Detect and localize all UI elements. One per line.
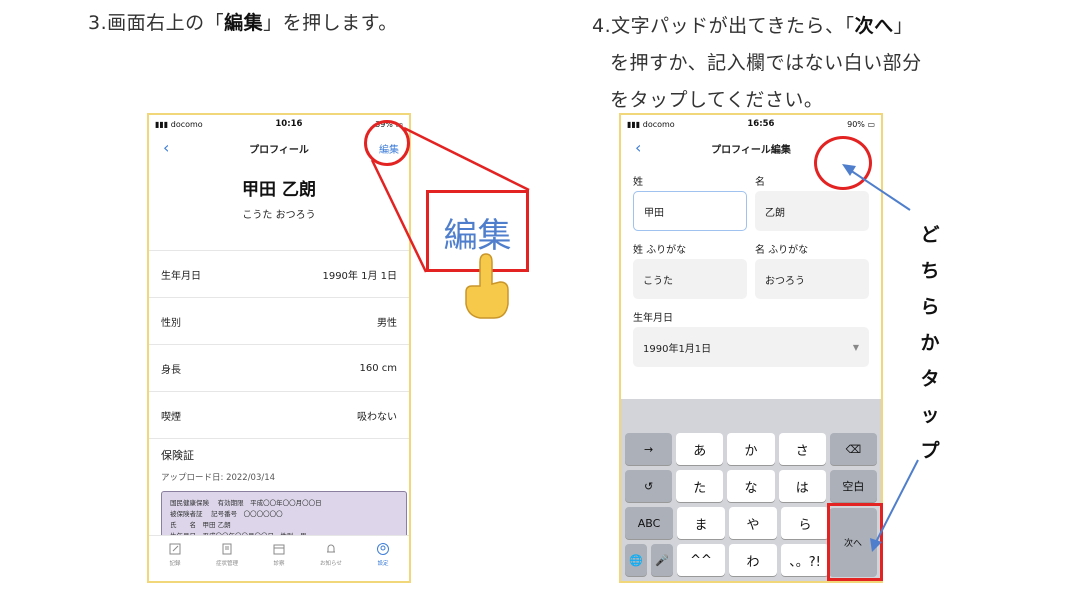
profile-screen: ▮▮▮ docomo 10:16 39% ▭ ‹ プロフィール 編集 甲田 乙朗… bbox=[147, 113, 411, 583]
card-line: 国民健康保険 有効期限 平成〇〇年〇〇月〇〇日 bbox=[170, 499, 322, 507]
key-a[interactable]: あ bbox=[676, 433, 724, 465]
clock: 16:56 bbox=[747, 119, 775, 129]
step4-suffix: 」 bbox=[893, 15, 914, 37]
edit-highlight-circle bbox=[364, 120, 410, 166]
profile-form: 姓 甲田 名 乙朗 姓 ふりがな こうた 名 ふりがな おつろう 生年月日 19… bbox=[621, 163, 881, 367]
battery-indicator: 90% ▭ bbox=[847, 119, 875, 129]
row-value: 吸わない bbox=[357, 411, 397, 423]
page-title: プロフィール編集 bbox=[711, 144, 791, 156]
key-punctuation[interactable]: 、。?! bbox=[781, 544, 829, 576]
blank-area-highlight-circle bbox=[814, 136, 872, 190]
row-value: 男性 bbox=[377, 317, 397, 329]
zoom-edit-label: 編集 bbox=[443, 216, 512, 256]
step4-bold: 次へ bbox=[854, 15, 894, 37]
carrier-label: ▮▮▮ docomo bbox=[155, 119, 203, 129]
carrier-label: ▮▮▮ docomo bbox=[627, 119, 675, 129]
chevron-down-icon: ▼ bbox=[852, 342, 859, 352]
key-abc[interactable]: ABC bbox=[625, 507, 673, 539]
row-label: 生年月日 bbox=[161, 270, 201, 282]
info-row-gender: 性別 男性 bbox=[149, 298, 409, 345]
birthdate-label: 生年月日 bbox=[633, 313, 673, 324]
clock: 10:16 bbox=[275, 119, 303, 129]
profile-name: 甲田 乙朗 bbox=[242, 180, 316, 200]
first-kana-field[interactable]: おつろう bbox=[755, 259, 869, 299]
status-bar: ▮▮▮ docomo 16:56 90% ▭ bbox=[621, 115, 881, 133]
last-name-label: 姓 bbox=[633, 177, 643, 188]
insurance-title: 保険証 bbox=[161, 449, 194, 462]
tab-notices[interactable]: お知らせ bbox=[311, 542, 351, 567]
first-kana-label: 名 ふりがな bbox=[755, 245, 809, 256]
key-ka[interactable]: か bbox=[727, 433, 775, 465]
tab-settings[interactable]: 設定 bbox=[363, 542, 403, 567]
key-ya[interactable]: や bbox=[729, 507, 777, 539]
last-name-field[interactable]: 甲田 bbox=[633, 191, 747, 231]
back-button[interactable]: ‹ bbox=[635, 138, 641, 157]
step3-caption: 3.画面右上の「編集」を押します。 bbox=[88, 8, 398, 35]
step4-line2: を押すか、記入欄ではない白い部分 bbox=[610, 52, 922, 74]
info-row-birthdate: 生年月日 1990年 1月 1日 bbox=[149, 251, 409, 298]
tap-either-vertical-text: ど ち ら か タ ッ プ bbox=[920, 224, 940, 462]
birthdate-value: 1990年1月1日 bbox=[643, 343, 712, 355]
space-key[interactable]: 空白 bbox=[829, 470, 878, 502]
tab-exam[interactable]: 診察 bbox=[259, 542, 299, 567]
row-label: 喫煙 bbox=[161, 411, 181, 423]
card-line: 被保険者証 記号番号 〇〇〇〇〇〇 bbox=[170, 510, 283, 518]
step4-prefix: 4.文字パッドが出てきたら、「 bbox=[592, 15, 855, 37]
globe-icon[interactable]: 🌐 bbox=[625, 544, 647, 576]
info-row-smoking: 喫煙 吸わない bbox=[149, 392, 409, 439]
key-arrow-right[interactable]: → bbox=[625, 433, 673, 465]
profile-kana: こうた おつろう bbox=[242, 210, 316, 221]
pencil-icon bbox=[169, 543, 181, 555]
row-label: 性別 bbox=[161, 317, 181, 329]
tab-symptoms[interactable]: 症状管理 bbox=[207, 542, 247, 567]
key-ha[interactable]: は bbox=[778, 470, 826, 502]
key-wa[interactable]: わ bbox=[729, 544, 777, 576]
key-emoticon[interactable]: ^^ bbox=[677, 544, 725, 576]
key-sa[interactable]: さ bbox=[778, 433, 826, 465]
microphone-icon[interactable]: 🎤 bbox=[651, 544, 673, 576]
row-value: 160 cm bbox=[359, 362, 397, 374]
signal-icon: ▮▮▮ bbox=[155, 119, 171, 129]
signal-icon: ▮▮▮ bbox=[627, 119, 643, 129]
row-value: 1990年 1月 1日 bbox=[322, 270, 397, 282]
key-na[interactable]: な bbox=[727, 470, 775, 502]
step3-prefix: 3.画面右上の「 bbox=[88, 12, 225, 34]
tab-bar: 記録 症状管理 診察 お知らせ 設定 bbox=[149, 535, 409, 581]
page-title: プロフィール bbox=[249, 144, 309, 156]
last-kana-field[interactable]: こうた bbox=[633, 259, 747, 299]
card-line: 氏 名 甲田 乙朗 bbox=[170, 521, 231, 529]
battery-icon: ▭ bbox=[867, 119, 875, 129]
key-ta[interactable]: た bbox=[676, 470, 724, 502]
person-icon bbox=[377, 543, 389, 555]
key-ra[interactable]: ら bbox=[781, 507, 829, 539]
bell-icon bbox=[327, 544, 335, 553]
key-undo[interactable]: ↺ bbox=[625, 470, 673, 502]
first-name-field[interactable]: 乙朗 bbox=[755, 191, 869, 231]
back-button[interactable]: ‹ bbox=[163, 138, 169, 157]
step3-bold: 編集 bbox=[224, 12, 264, 34]
step4-caption: 4.文字パッドが出てきたら、「次へ」 を押すか、記入欄ではない白い部分 をタップ… bbox=[592, 8, 922, 119]
step3-suffix: 」を押します。 bbox=[263, 12, 398, 34]
info-row-height: 身長 160 cm bbox=[149, 345, 409, 392]
row-label: 身長 bbox=[161, 364, 181, 376]
insurance-date: アップロード日: 2022/03/14 bbox=[161, 473, 276, 483]
next-key-highlight-box bbox=[827, 503, 883, 581]
notebook-icon bbox=[222, 543, 232, 555]
key-ma[interactable]: ま bbox=[677, 507, 725, 539]
delete-key[interactable]: ⌫ bbox=[829, 433, 878, 465]
birthdate-select[interactable]: 1990年1月1日 ▼ bbox=[633, 327, 869, 367]
profile-header: 甲田 乙朗 こうた おつろう bbox=[149, 163, 409, 251]
tab-record[interactable]: 記録 bbox=[155, 542, 195, 567]
calendar-icon bbox=[273, 544, 285, 555]
last-kana-label: 姓 ふりがな bbox=[633, 245, 687, 256]
